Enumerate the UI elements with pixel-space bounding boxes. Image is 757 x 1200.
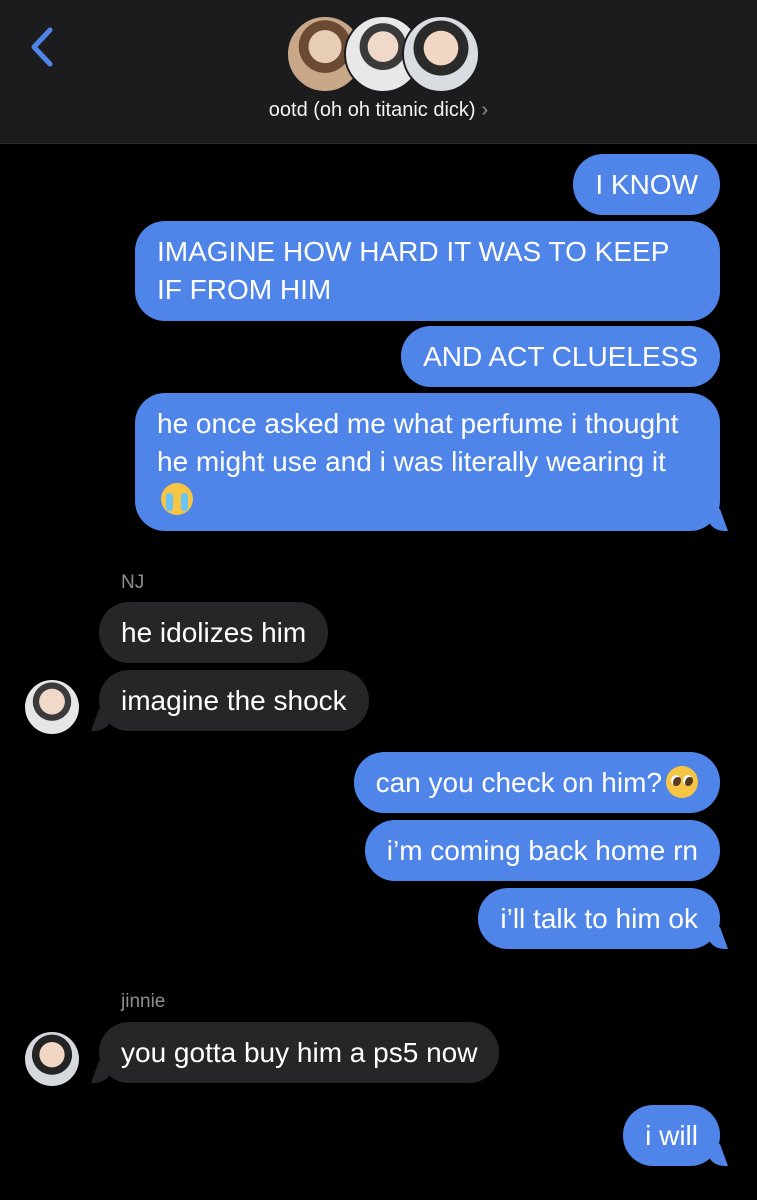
message-bubble[interactable]: imagine the shock	[99, 670, 369, 731]
message-bubble[interactable]: AND ACT CLUELESS	[401, 326, 720, 387]
avatar[interactable]	[25, 1032, 79, 1086]
message-bubble[interactable]: i will	[623, 1105, 720, 1166]
loudly-crying-face-icon	[161, 483, 193, 515]
avatar[interactable]	[25, 680, 79, 734]
group-name[interactable]: ootd (oh oh titanic dick) ›	[0, 99, 757, 122]
pleading-face-icon	[666, 766, 698, 798]
message-bubble[interactable]: IMAGINE HOW HARD IT WAS TO KEEP IF FROM …	[135, 221, 720, 321]
message-bubble[interactable]: I KNOW	[573, 154, 720, 215]
message-bubble[interactable]: he once asked me what perfume i thought …	[135, 393, 720, 531]
message-bubble[interactable]: he idolizes him	[99, 602, 329, 663]
chevron-left-icon	[31, 27, 53, 67]
message-bubble[interactable]: i’m coming back home rn	[364, 820, 720, 881]
group-name-label: ootd (oh oh titanic dick)	[268, 99, 476, 121]
conversation-header: ootd (oh oh titanic dick) ›	[0, 0, 757, 144]
message-bubble[interactable]: you gotta buy him a ps5 now	[99, 1022, 500, 1083]
message-bubble[interactable]: i’ll talk to him ok	[478, 888, 720, 949]
group-avatars[interactable]	[286, 15, 480, 93]
sender-name: NJ	[121, 572, 145, 593]
back-button[interactable]	[22, 22, 66, 72]
message-list: I KNOW IMAGINE HOW HARD IT WAS TO KEEP I…	[0, 143, 757, 1200]
avatar	[402, 15, 480, 93]
sender-name: jinnie	[121, 991, 166, 1012]
chevron-right-icon: ›	[481, 99, 489, 121]
message-bubble[interactable]: can you check on him?	[353, 752, 720, 813]
